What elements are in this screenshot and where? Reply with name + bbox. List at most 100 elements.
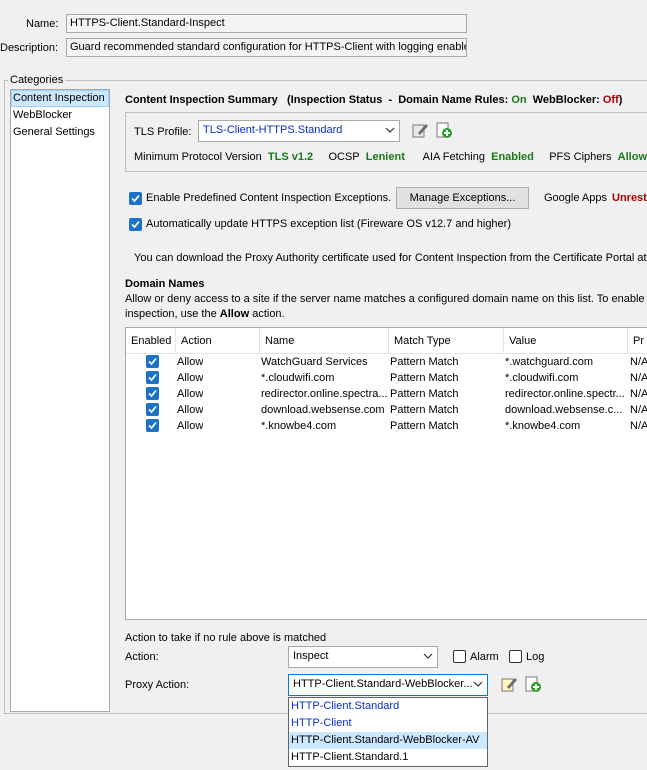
category-content-inspection[interactable]: Content Inspection [11, 90, 109, 107]
log-label: Log [526, 651, 545, 663]
col-match-type[interactable]: Match Type [389, 328, 504, 354]
row-name: download.websense.com [261, 404, 385, 416]
auto-update-label: Automatically update HTTPS exception lis… [146, 218, 511, 230]
table-row[interactable]: Allow download.websense.com Pattern Matc… [126, 402, 647, 418]
row-match-type: Pattern Match [390, 420, 459, 432]
desc-post: action. [249, 308, 285, 320]
summary-close: ) [618, 94, 623, 106]
add-proxy-action-icon[interactable] [524, 675, 542, 693]
row-match-type: Pattern Match [390, 388, 459, 400]
row-pr: N/A [630, 372, 647, 384]
row-action: Allow [177, 372, 204, 384]
google-apps-value: Unrest [612, 192, 647, 204]
edit-icon[interactable] [500, 675, 518, 693]
table-row[interactable]: Allow *.cloudwifi.com Pattern Match *.cl… [126, 370, 647, 386]
proxy-option[interactable]: HTTP-Client.Standard.1 [289, 749, 487, 766]
col-enabled[interactable]: Enabled [126, 328, 176, 354]
row-action: Allow [177, 388, 204, 400]
row-pr: N/A [630, 404, 647, 416]
proxy-action-dropdown[interactable]: HTTP-Client.Standard HTTP-Client HTTP-Cl… [288, 697, 488, 767]
row-value: redirector.online.spectr... [505, 388, 625, 400]
row-value: download.websense.c... [505, 404, 623, 416]
summary-line: Content Inspection Summary (Inspection S… [125, 94, 622, 106]
aia-value: Enabled [491, 151, 534, 163]
row-pr: N/A [630, 356, 647, 368]
row-pr: N/A [630, 420, 647, 432]
tls-profile-select[interactable]: TLS-Client-HTTPS.Standard [198, 120, 400, 142]
category-webblocker[interactable]: WebBlocker [11, 107, 109, 124]
proxy-option[interactable]: HTTP-Client.Standard [289, 698, 487, 715]
row-match-type: Pattern Match [390, 372, 459, 384]
table-row[interactable]: Allow *.knowbe4.com Pattern Match *.know… [126, 418, 647, 434]
auto-update-checkbox[interactable] [129, 218, 142, 231]
col-pr[interactable]: Pr [628, 328, 647, 354]
ocsp-value: Lenient [365, 151, 405, 163]
proxy-option[interactable]: HTTP-Client [289, 715, 487, 732]
proxy-action-select[interactable]: HTTP-Client.Standard-WebBlocker... [288, 674, 488, 696]
action-select[interactable]: Inspect [288, 646, 438, 668]
row-action: Allow [177, 420, 204, 432]
min-protocol-label: Minimum Protocol Version [134, 151, 262, 163]
enable-exceptions-label: Enable Predefined Content Inspection Exc… [146, 192, 392, 204]
manage-exceptions-button[interactable]: Manage Exceptions... [396, 187, 529, 209]
chevron-down-icon [385, 125, 395, 135]
pfs-value: Allowed [617, 151, 647, 163]
action-select-value: Inspect [293, 650, 329, 662]
summary-dash: - [388, 94, 393, 106]
google-apps-label: Google Apps [544, 192, 607, 204]
min-protocol-value: TLS v1.2 [267, 151, 314, 163]
proxy-action-label: Proxy Action: [125, 679, 190, 691]
description-field[interactable]: Guard recommended standard configuration… [66, 38, 467, 57]
name-field[interactable]: HTTPS-Client.Standard-Inspect [66, 14, 467, 33]
row-name: *.cloudwifi.com [261, 372, 335, 384]
domain-table[interactable]: Enabled Action Name Match Type Value Pr … [125, 327, 647, 620]
summary-title: Content Inspection Summary [125, 94, 278, 106]
domain-names-desc-1: Allow or deny access to a site if the se… [125, 293, 647, 305]
desc-pre: inspection, use the [125, 308, 220, 320]
name-label: Name: [26, 18, 59, 30]
categories-title: Categories [8, 74, 66, 86]
col-name[interactable]: Name [260, 328, 389, 354]
row-name: redirector.online.spectra... [261, 388, 388, 400]
category-list: Content Inspection WebBlocker General Se… [10, 89, 110, 712]
row-value: *.knowbe4.com [505, 420, 581, 432]
row-enabled-checkbox[interactable] [146, 371, 159, 384]
desc-bold: Allow [219, 308, 250, 320]
category-general-settings[interactable]: General Settings [11, 124, 109, 141]
log-checkbox[interactable] [509, 650, 522, 663]
alarm-checkbox[interactable] [453, 650, 466, 663]
col-value[interactable]: Value [504, 328, 628, 354]
tls-profile-value: TLS-Client-HTTPS.Standard [203, 124, 343, 136]
chevron-down-icon [423, 651, 433, 661]
edit-icon[interactable] [411, 121, 429, 139]
row-value: *.watchguard.com [505, 356, 594, 368]
add-profile-icon[interactable] [435, 121, 453, 139]
ocsp-label: OCSP [328, 151, 360, 163]
row-name: WatchGuard Services [261, 356, 368, 368]
row-action: Allow [177, 404, 204, 416]
enable-exceptions-checkbox[interactable] [129, 192, 142, 205]
row-action: Allow [177, 356, 204, 368]
row-pr: N/A [630, 388, 647, 400]
row-enabled-checkbox[interactable] [146, 355, 159, 368]
row-enabled-checkbox[interactable] [146, 419, 159, 432]
pfs-label: PFS Ciphers [549, 151, 612, 163]
description-label: Description: [0, 42, 59, 54]
tls-profile-label: TLS Profile: [134, 126, 192, 138]
download-note: You can download the Proxy Authority cer… [134, 252, 647, 264]
action-label: Action: [125, 651, 159, 663]
table-row[interactable]: Allow WatchGuard Services Pattern Match … [126, 354, 647, 370]
row-enabled-checkbox[interactable] [146, 403, 159, 416]
row-match-type: Pattern Match [390, 356, 459, 368]
tls-details-line: Minimum Protocol Version TLS v1.2 OCSP L… [134, 151, 647, 163]
fallback-title: Action to take if no rule above is match… [125, 632, 327, 644]
row-name: *.knowbe4.com [261, 420, 337, 432]
webblocker-value: Off [602, 94, 619, 106]
domain-rules-label: Domain Name Rules: [398, 94, 509, 106]
row-value: *.cloudwifi.com [505, 372, 579, 384]
proxy-option[interactable]: HTTP-Client.Standard-WebBlocker-AV [289, 732, 487, 749]
table-row[interactable]: Allow redirector.online.spectra... Patte… [126, 386, 647, 402]
col-action[interactable]: Action [176, 328, 260, 354]
row-enabled-checkbox[interactable] [146, 387, 159, 400]
aia-label: AIA Fetching [422, 151, 485, 163]
